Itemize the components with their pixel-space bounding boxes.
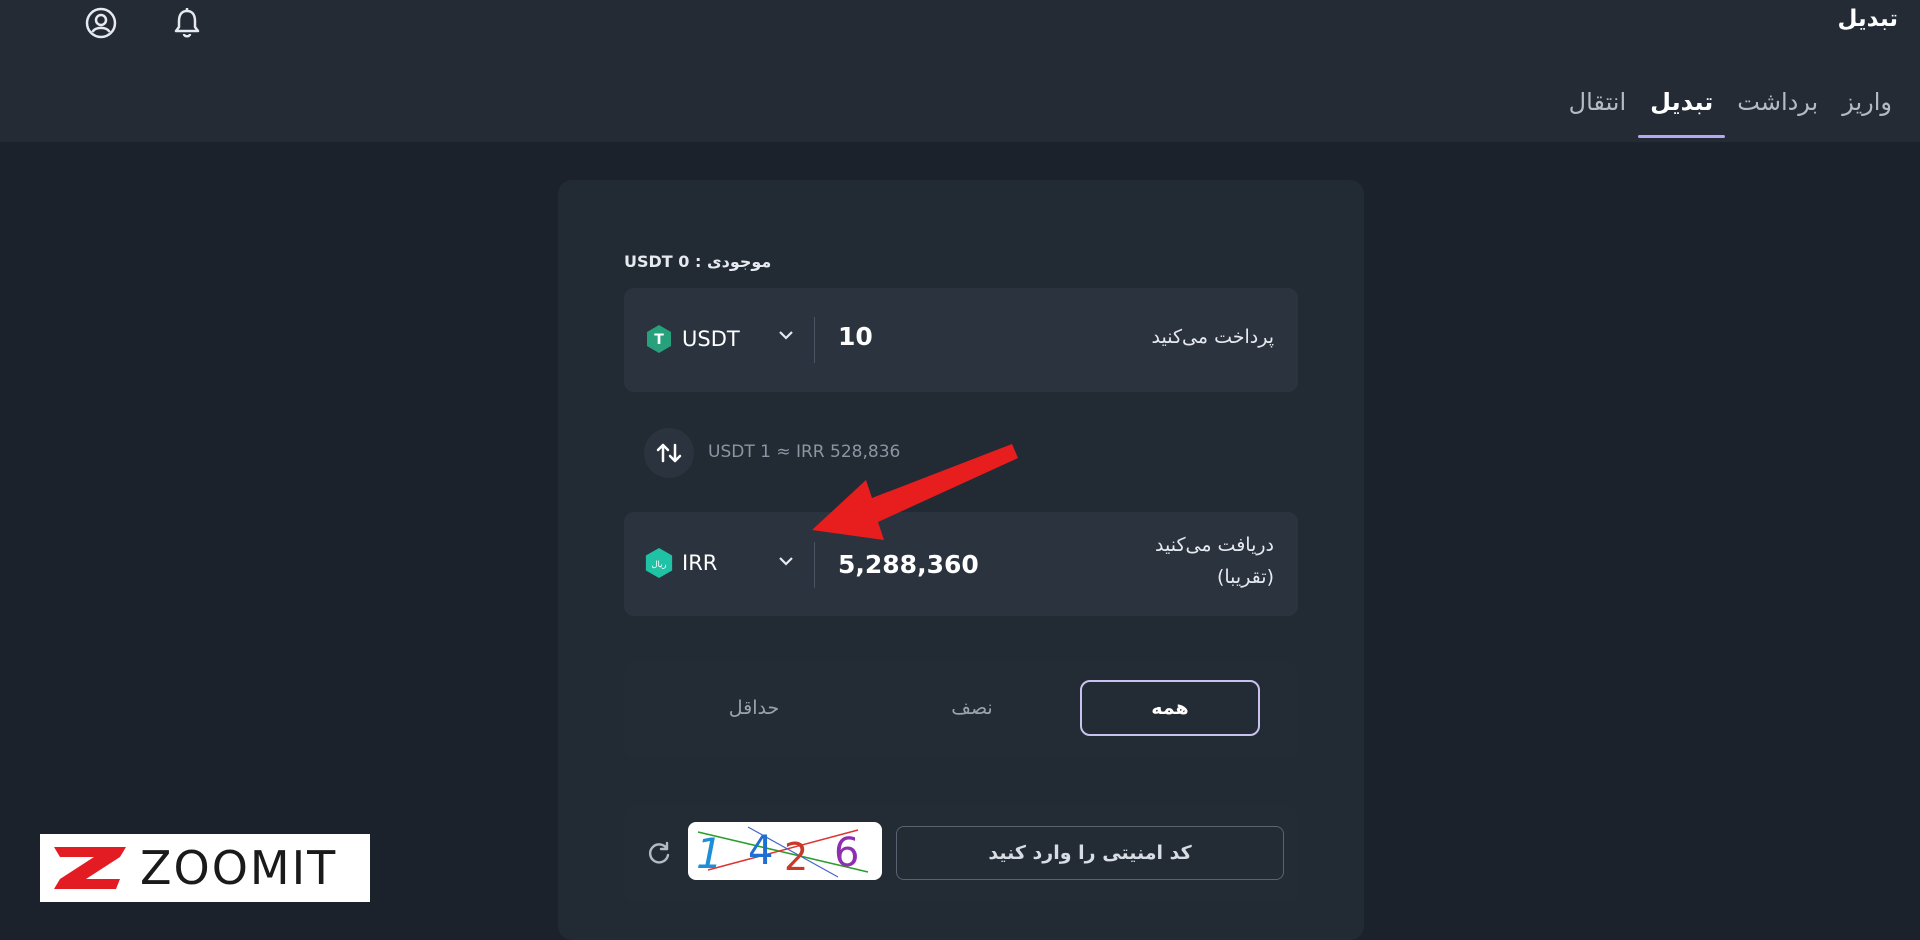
user-account-icon[interactable]: [82, 4, 120, 42]
swap-button[interactable]: [644, 428, 694, 478]
svg-text:4: 4: [748, 828, 773, 874]
receive-amount: 5,288,360: [838, 550, 979, 579]
option-min-button[interactable]: حداقل: [664, 680, 844, 736]
pay-label: پرداخت می‌کنید: [1151, 326, 1274, 348]
tether-icon: T: [644, 324, 674, 354]
exchange-rate: USDT 1 ≈ IRR 528,836: [708, 442, 901, 462]
tab-bar: واریز برداشت تبدیل انتقال: [1557, 84, 1904, 142]
zoomit-logo-text: ZOOMIT: [140, 841, 338, 895]
balance-text: USDT 0 : موجودی: [624, 252, 772, 271]
refresh-icon[interactable]: [646, 840, 672, 866]
svg-text:6: 6: [834, 830, 859, 876]
chevron-down-icon[interactable]: [778, 552, 794, 571]
receive-currency-code: IRR: [682, 551, 718, 575]
svg-text:ریال: ریال: [651, 559, 666, 569]
pay-field[interactable]: پرداخت می‌کنید 10 T USDT: [624, 288, 1298, 392]
svg-text:1: 1: [696, 829, 723, 878]
chevron-down-icon[interactable]: [778, 326, 794, 345]
top-bar: تبدیل واریز برداشت تبدیل انتقال: [0, 0, 1920, 142]
tab-deposit[interactable]: واریز: [1830, 84, 1904, 138]
captcha-row: 1 4 2 6: [624, 806, 1298, 902]
receive-field[interactable]: دریافت می‌کنید (تقریبا) 5,288,360 ریال I…: [624, 512, 1298, 616]
receive-label-approx: (تقریبا): [1216, 566, 1274, 588]
divider: [814, 317, 815, 363]
pay-amount[interactable]: 10: [838, 322, 873, 351]
captcha-image: 1 4 2 6: [688, 822, 882, 880]
tab-transfer[interactable]: انتقال: [1557, 84, 1638, 138]
pay-currency-code: USDT: [682, 327, 740, 351]
receive-currency-select[interactable]: ریال IRR: [644, 548, 717, 578]
divider: [814, 542, 815, 588]
amount-options: همه نصف حداقل: [624, 662, 1298, 758]
tab-convert[interactable]: تبدیل: [1638, 84, 1726, 138]
svg-text:T: T: [654, 332, 664, 348]
rial-icon: ریال: [644, 548, 674, 578]
bell-icon[interactable]: [168, 4, 206, 42]
tab-withdraw[interactable]: برداشت: [1725, 84, 1830, 138]
page-title: تبدیل: [1837, 6, 1898, 32]
zoomit-logo: ZOOMIT: [40, 834, 370, 902]
swap-arrows-icon: [656, 443, 682, 463]
pay-currency-select[interactable]: T USDT: [644, 324, 740, 354]
svg-text:2: 2: [784, 835, 808, 879]
receive-label: دریافت می‌کنید: [1155, 534, 1274, 556]
option-all-button[interactable]: همه: [1080, 680, 1260, 736]
captcha-input[interactable]: [896, 826, 1284, 880]
zoomit-z-icon: [54, 847, 126, 889]
option-half-button[interactable]: نصف: [882, 680, 1062, 736]
